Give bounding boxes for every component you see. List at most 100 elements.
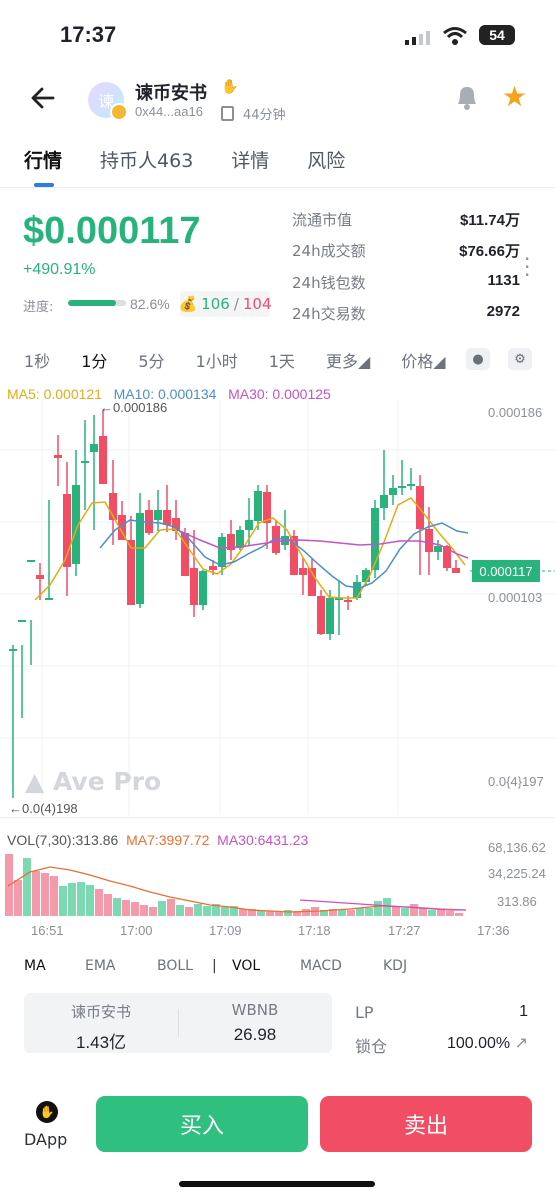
- volume-bar: [203, 906, 211, 916]
- volume-bar: [365, 908, 373, 916]
- candle-body: [163, 510, 171, 525]
- lock-label: 锁仓: [355, 1037, 388, 1056]
- verified-icon: ✋: [221, 79, 239, 95]
- interval-1d[interactable]: 1天: [269, 348, 295, 372]
- indicator-ma[interactable]: MA: [24, 958, 46, 974]
- volume-bar: [167, 899, 175, 916]
- candle-body: [154, 510, 162, 520]
- chart-settings-icon[interactable]: ⚙: [508, 348, 532, 370]
- indicator-kdj[interactable]: KDJ: [383, 958, 407, 974]
- external-link-icon: ↗: [514, 1035, 528, 1052]
- candle-body: [136, 513, 144, 604]
- buy-button[interactable]: 买入: [96, 1096, 308, 1152]
- volume-bar: [455, 913, 463, 916]
- interval-1m[interactable]: 1分: [81, 348, 107, 372]
- chart-style-icon[interactable]: ●: [466, 348, 490, 370]
- volume-bar: [68, 883, 76, 916]
- indicator-boll[interactable]: BOLL: [157, 958, 193, 974]
- candlestick-chart[interactable]: [0, 400, 555, 820]
- tab-details[interactable]: 详情: [231, 146, 269, 173]
- indicator-vol[interactable]: VOL: [232, 958, 260, 974]
- price-axis-label: 0.000186: [488, 405, 543, 420]
- ave-logo-icon: ▲: [25, 767, 45, 796]
- candle-body: [209, 566, 217, 570]
- candle-body: [127, 540, 135, 605]
- dapp-label[interactable]: DApp: [24, 1130, 67, 1149]
- high-price-marker: ←0.000186: [100, 400, 168, 415]
- volume-bar: [338, 910, 346, 916]
- stat-value: $76.66万: [459, 243, 520, 260]
- volume-bar: [104, 894, 112, 916]
- time-label: 17:00: [120, 923, 153, 938]
- volume-axis-label: 34,225.24: [488, 866, 546, 881]
- candle-body: [9, 649, 17, 651]
- volume-bar: [302, 909, 310, 916]
- interval-1s[interactable]: 1秒: [24, 348, 50, 372]
- volume-bar: [239, 909, 247, 916]
- favorite-star-icon[interactable]: ★: [502, 80, 527, 113]
- volume-bar: [131, 902, 139, 916]
- interval-5m[interactable]: 5分: [138, 348, 164, 372]
- volume-bar: [446, 911, 454, 916]
- progress-fill: [68, 300, 116, 306]
- volume-bar: [401, 908, 409, 916]
- candle-body: [45, 598, 53, 600]
- ma10-line: [99, 519, 469, 589]
- volume-legend: VOL(7,30):313.86 MA7:3997.72 MA30:6431.2…: [7, 832, 308, 848]
- tab-bar: 行情 持币人463 详情 风险: [24, 146, 345, 187]
- pool-token: 谏币安书 1.43亿: [24, 1001, 178, 1053]
- lp-label: LP: [355, 1003, 374, 1022]
- candle-body: [254, 491, 262, 521]
- copy-icon[interactable]: [221, 106, 234, 121]
- buy-sell-counts: 💰 106/104: [178, 291, 272, 317]
- lock-percent: 100.00%: [446, 1035, 511, 1052]
- back-button[interactable]: [30, 84, 56, 117]
- candle-body: [236, 530, 244, 548]
- back-arrow-icon: [31, 87, 55, 109]
- volume-label: VOL(7,30):313.86: [7, 832, 119, 848]
- tab-risk[interactable]: 风险: [307, 146, 345, 173]
- volume-bar: [32, 871, 40, 916]
- candle-body: [190, 568, 198, 605]
- candle-body: [90, 444, 98, 452]
- price-axis-label: 0.000103: [488, 590, 543, 605]
- dapp-icon[interactable]: ✋: [36, 1101, 58, 1123]
- volume-ma30: MA30:6431.23: [217, 832, 309, 848]
- interval-more[interactable]: 更多◢: [326, 348, 370, 372]
- price-axis-label: 0.0{4}197: [488, 774, 544, 789]
- time-label: 16:51: [31, 923, 64, 938]
- volume-bar: [77, 882, 85, 916]
- token-address: 0x44...aa16: [135, 104, 203, 119]
- current-price-tag: 0.000117: [472, 560, 540, 582]
- volume-bar: [383, 898, 391, 916]
- volume-bar: [95, 889, 103, 916]
- price-toggle[interactable]: 价格◢: [401, 348, 445, 372]
- candle-body: [344, 600, 352, 602]
- bell-icon[interactable]: [452, 82, 482, 112]
- volume-bar: [185, 907, 193, 916]
- sell-button[interactable]: 卖出: [320, 1096, 532, 1152]
- price-toggle-label: 价格: [401, 352, 434, 371]
- candle-body: [371, 508, 379, 570]
- current-price: $0.000117: [23, 210, 201, 252]
- volume-bar: [86, 885, 94, 916]
- volume-chart[interactable]: [0, 852, 555, 918]
- more-options-icon[interactable]: · · ·: [524, 249, 530, 285]
- volume-bar: [392, 906, 400, 916]
- volume-bar: [59, 886, 67, 916]
- candle-body: [99, 436, 107, 484]
- buy-count: 106: [201, 295, 230, 313]
- lock-value[interactable]: 100.00% ↗: [447, 1033, 528, 1053]
- candle-body: [81, 461, 89, 463]
- volume-ma7: MA7:3997.72: [126, 832, 210, 848]
- volume-bar: [419, 908, 427, 916]
- tab-market[interactable]: 行情: [24, 146, 62, 187]
- indicator-ema[interactable]: EMA: [85, 958, 116, 974]
- candle-body: [299, 568, 307, 575]
- volume-bar: [284, 910, 292, 916]
- candle-body: [36, 575, 44, 579]
- indicator-macd[interactable]: MACD: [300, 958, 342, 974]
- interval-1h[interactable]: 1小时: [196, 348, 238, 372]
- tab-holders[interactable]: 持币人463: [100, 146, 193, 173]
- volume-bar: [410, 904, 418, 916]
